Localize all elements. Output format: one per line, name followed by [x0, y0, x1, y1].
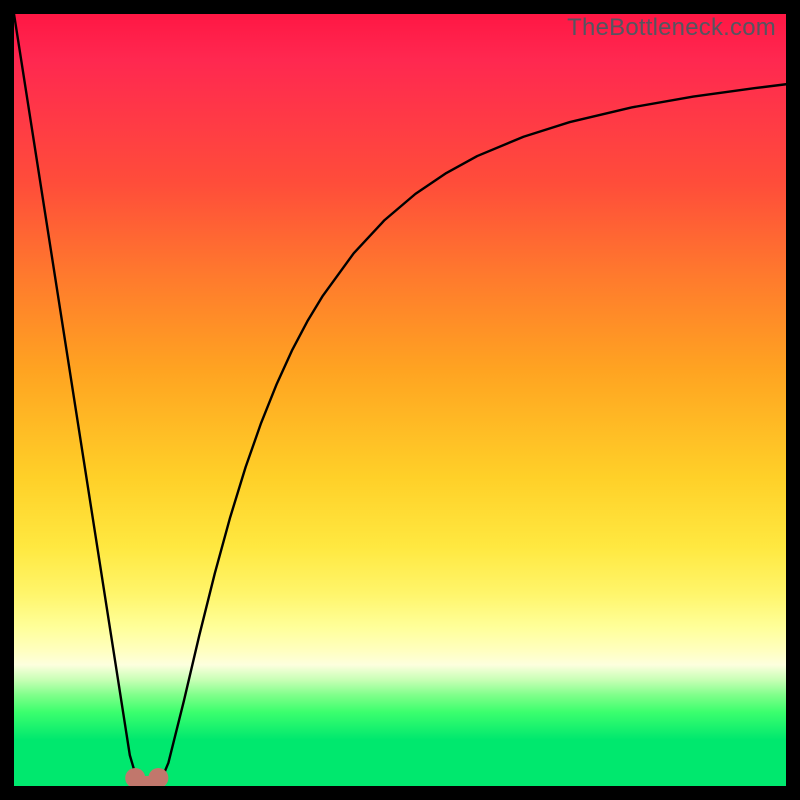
watermark-text: TheBottleneck.com — [567, 14, 776, 42]
valley-left-marker — [125, 768, 145, 786]
chart-svg — [14, 14, 786, 786]
plot-area — [14, 14, 786, 786]
valley-markers — [125, 768, 168, 786]
chart-frame: TheBottleneck.com — [14, 14, 786, 786]
bottleneck-curve — [14, 14, 786, 786]
